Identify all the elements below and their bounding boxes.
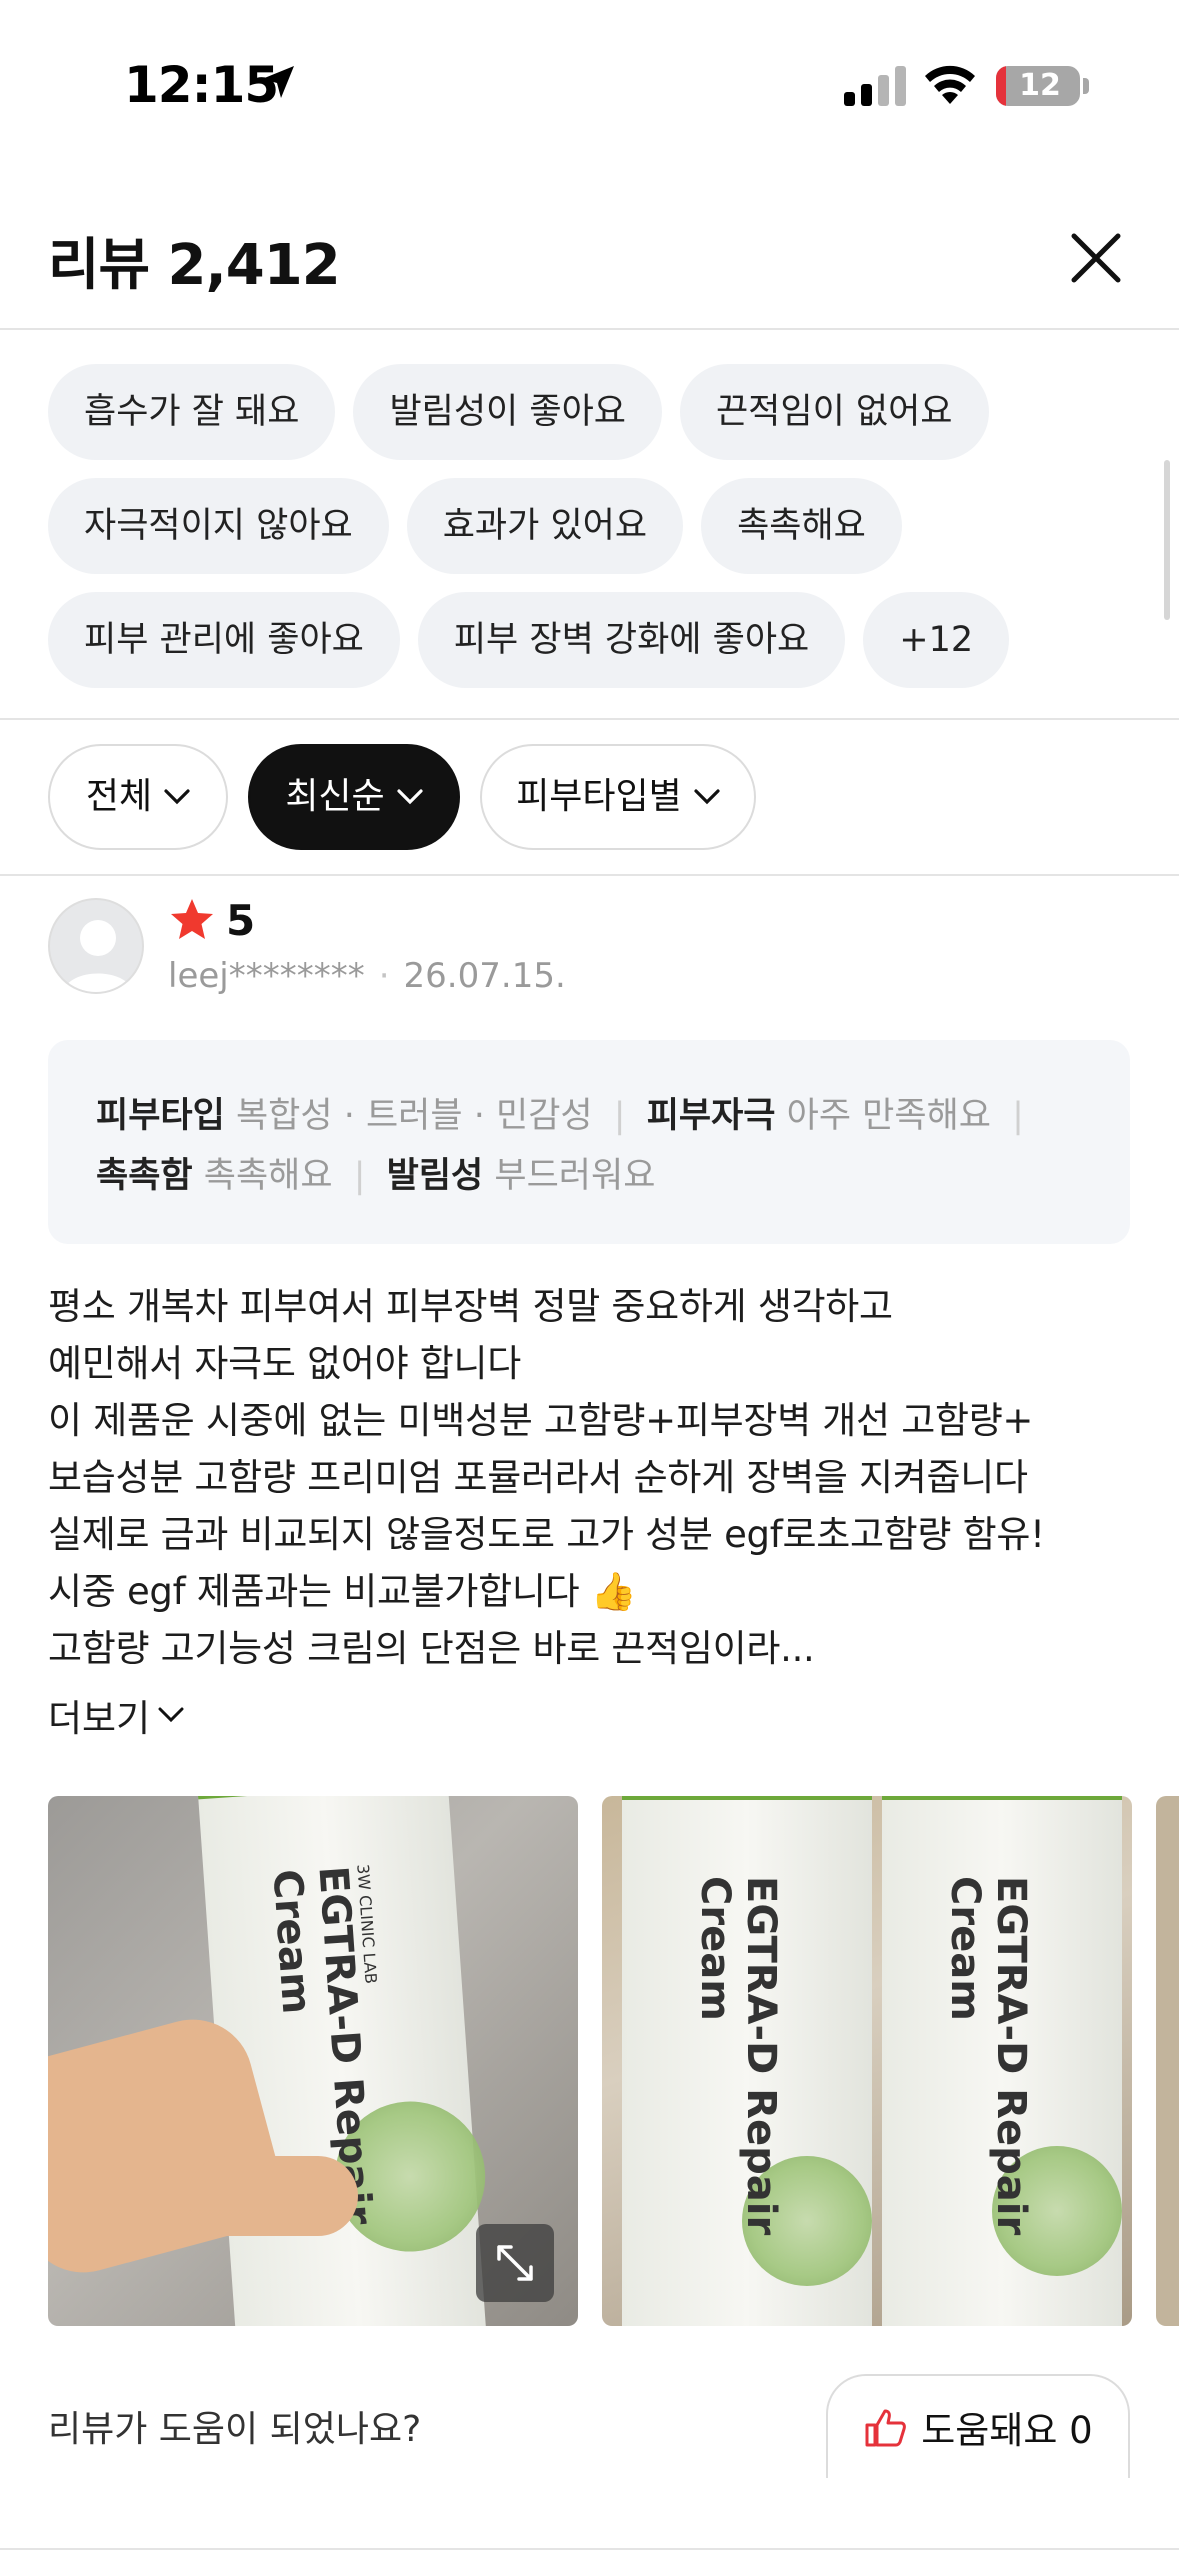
review-attributes: 피부타입 복합성 · 트러블 · 민감성 | 피부자극 아주 만족해요 | 촉촉… [48,1040,1130,1244]
attr-key-skin-type: 피부타입 [96,1096,225,1136]
status-bar: 12:15 12 [0,0,1179,150]
expand-arrows-icon [497,2245,533,2281]
chevron-down-icon [164,789,190,805]
product-label: EGTRA-D Repair Cream [692,1876,784,2236]
scroll-indicator [1164,460,1170,620]
attr-moisture-value: 촉촉해요 [203,1156,333,1196]
keyword-chip[interactable]: 피부 장벽 강화에 좋아요 [417,592,846,688]
battery-level-text: 12 [1019,68,1061,103]
helpful-button[interactable]: 도움돼요 0 [826,2374,1130,2478]
keyword-more-chip[interactable]: +12 [863,592,1010,688]
helpful-button-label: 도움돼요 0 [921,2409,1093,2452]
attr-key-spread: 발림성 [386,1156,484,1196]
star-icon [171,899,213,939]
attr-irritation-value: 아주 만족해요 [786,1096,991,1136]
review-photos: EGTRA-D Repair Cream 3W CLINIC LAB EGTRA… [48,1796,1179,2326]
separator-dot: · [378,956,390,996]
attr-key-moisture: 촉촉함 [96,1156,193,1196]
product-tube-image: EGTRA-D Repair Cream [882,1796,1122,2326]
keyword-chip[interactable]: 발림성이 좋아요 [353,364,662,460]
attr-skin-type-value: 복합성 [235,1096,333,1136]
keyword-chip[interactable]: 피부 관리에 좋아요 [48,592,400,688]
attr-skin-type-value: 민감성 [496,1096,593,1136]
review-header: 리뷰 2,412 [0,190,1179,330]
location-arrow-icon [262,66,294,98]
attr-skin-type-value: 트러블 [365,1096,463,1136]
status-time: 12:15 [124,56,279,114]
keyword-chip[interactable]: 끈적임이 없어요 [679,364,989,460]
chevron-down-icon [397,789,423,805]
separator-dot: · [343,1096,355,1136]
page-title: 리뷰 2,412 [48,233,341,298]
keyword-chip[interactable]: 효과가 있어요 [406,478,684,574]
keyword-chip[interactable]: 촉촉해요 [701,478,902,574]
separator-dot: · [473,1096,485,1136]
close-icon[interactable] [1060,222,1132,294]
product-box-image: EGTRA-D Repair Cream [622,1796,872,2326]
read-more-button[interactable]: 더보기 [48,1688,184,1742]
keyword-row-3: 피부 관리에 좋아요 피부 장벽 강화에 좋아요 +12 [48,592,1010,688]
review-photo[interactable]: EGTRA-D Repair Cream EGTRA-D Repair Crea… [602,1796,1132,2326]
filter-skin-type-dropdown[interactable]: 피부타입별 [480,744,756,850]
expand-icon[interactable] [476,2224,554,2302]
chevron-down-icon [158,1707,184,1723]
rating-value: 5 [226,895,256,945]
avatar [48,898,144,994]
sort-latest-dropdown[interactable]: 최신순 [248,744,460,850]
keyword-chip[interactable]: 흡수가 잘 돼요 [48,364,336,460]
attributes-line-2: 촉촉함 촉촉해요 | 발림성 부드러워요 [96,1146,1082,1206]
filter-all-dropdown[interactable]: 전체 [48,744,228,850]
review-photo[interactable] [1156,1796,1179,2326]
chevron-down-icon [694,789,720,805]
wifi-icon [925,65,975,104]
cellular-signal-icon [844,66,906,106]
helpful-question: 리뷰가 도움이 되었나요? [48,2409,422,2450]
tube-stripe [622,1796,872,1800]
keyword-filter-section: 흡수가 잘 돼요 발림성이 좋아요 끈적임이 없어요 자극적이지 않아요 효과가… [0,332,1179,720]
sort-latest-label: 최신순 [285,776,385,817]
filter-skin-type-label: 피부타입별 [516,776,682,817]
thumbs-up-icon [865,2409,907,2447]
product-label: EGTRA-D Repair Cream [942,1876,1034,2236]
review-body: 평소 개복차 피부여서 피부장벽 정말 중요하게 생각하고 예민해서 자극도 없… [48,1285,1045,1670]
review-meta: leej******** · 26.07.15. [168,956,566,996]
tube-stripe [197,1796,448,1800]
battery-cap [1083,78,1089,94]
keyword-row-1: 흡수가 잘 돼요 발림성이 좋아요 끈적임이 없어요 [48,364,989,460]
review-author: leej******** [168,956,365,996]
review-photo[interactable]: EGTRA-D Repair Cream 3W CLINIC LAB [48,1796,578,2326]
sort-bar: 전체 최신순 피부타입별 [0,722,1179,876]
keyword-row-2: 자극적이지 않아요 효과가 있어요 촉촉해요 [48,478,902,574]
attributes-line-1: 피부타입 복합성 · 트러블 · 민감성 | 피부자극 아주 만족해요 | [96,1086,1082,1146]
review-date: 26.07.15. [403,956,566,996]
battery-indicator: 12 [996,66,1080,106]
tube-stripe [882,1796,1122,1800]
rating-row: 5 [168,890,255,950]
divider [0,2548,1179,2550]
keyword-chip[interactable]: 자극적이지 않아요 [48,478,389,574]
attr-spread-value: 부드러워요 [494,1156,656,1196]
read-more-label: 더보기 [48,1697,151,1740]
filter-all-label: 전체 [85,776,153,817]
default-user-icon [63,920,133,992]
divider: | [1012,1096,1024,1136]
attr-key-irritation: 피부자극 [646,1096,776,1136]
finger-image [188,2156,358,2236]
divider: | [353,1156,366,1196]
divider: | [613,1096,626,1136]
